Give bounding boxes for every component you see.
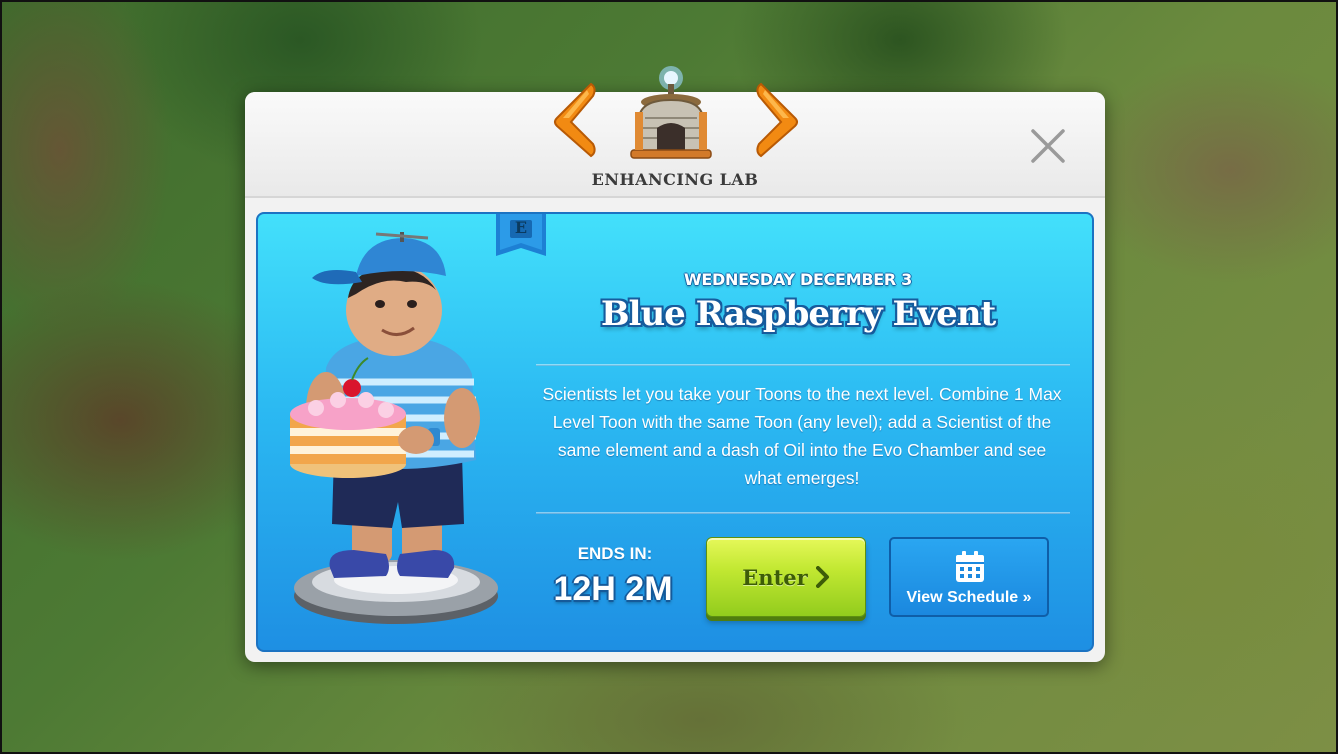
- event-dialog: ENHANCING LAB E WEDNESDAY DECEMBER 3 Blu…: [245, 66, 1105, 662]
- event-date: WEDNESDAY DECEMBER 3: [684, 270, 912, 289]
- event-panel: E WEDNESDAY DECEMBER 3 Blue Raspberry Ev…: [256, 212, 1094, 652]
- chevron-left-icon: [554, 82, 596, 158]
- event-title: Blue Raspberry Event: [600, 294, 996, 334]
- view-schedule-button[interactable]: View Schedule »: [889, 537, 1049, 617]
- ends-in-countdown: 12H 2M: [553, 570, 673, 608]
- dialog-header: ENHANCING LAB: [245, 66, 1105, 198]
- view-schedule-label: View Schedule »: [906, 589, 1032, 606]
- close-icon: [1031, 129, 1065, 163]
- enter-button-label: Enter: [742, 564, 808, 590]
- divider-top: [536, 364, 1070, 366]
- scientist-character-illustration: [286, 232, 516, 632]
- previous-building-button[interactable]: [547, 80, 601, 160]
- chevron-right-small-icon: [815, 566, 829, 588]
- ends-in-label: ENDS IN:: [577, 544, 653, 563]
- building-title: ENHANCING LAB: [591, 170, 759, 189]
- enhancing-lab-icon: [621, 62, 721, 167]
- chevron-right-icon: [756, 82, 798, 158]
- enter-button[interactable]: Enter: [706, 537, 866, 617]
- next-building-button[interactable]: [751, 80, 805, 160]
- event-description: Scientists let you take your Toons to th…: [542, 384, 1062, 488]
- calendar-icon: [956, 551, 984, 582]
- divider-bottom: [536, 512, 1070, 514]
- close-button[interactable]: [1030, 128, 1066, 164]
